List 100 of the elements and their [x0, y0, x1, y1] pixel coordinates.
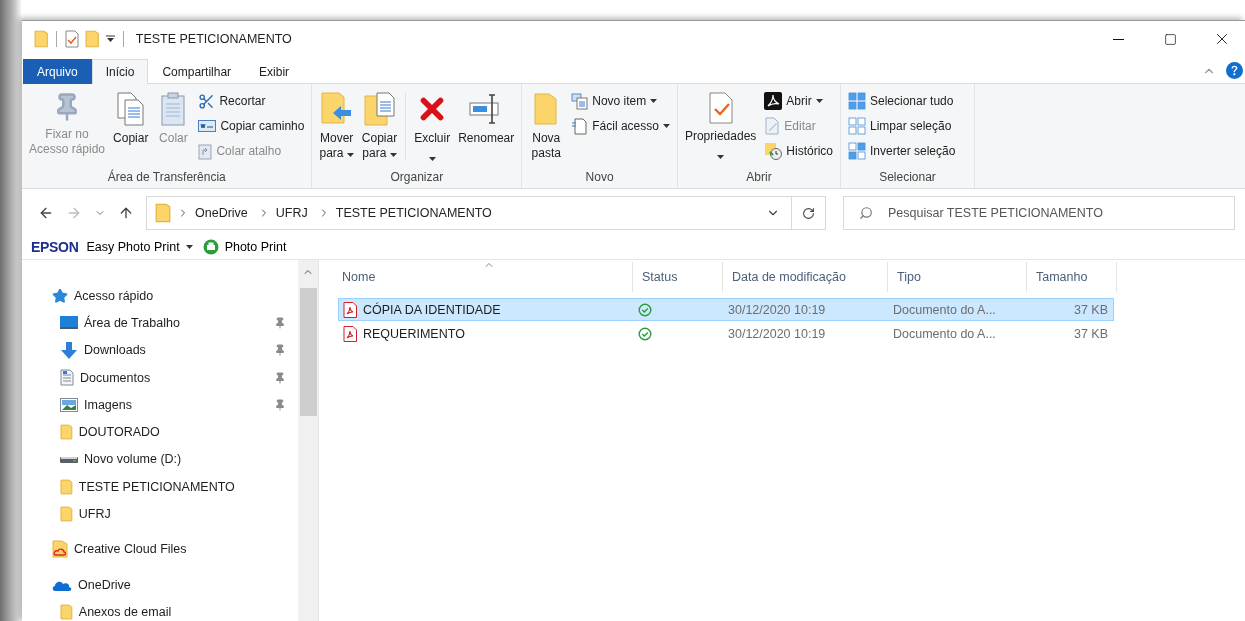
window-title: TESTE PETICIONAMENTO [135, 32, 293, 46]
checkmark-document-icon [707, 92, 734, 124]
ribbon-tab[interactable]: Início [91, 59, 149, 84]
check-circle-icon [638, 326, 652, 341]
group-label: Selecionar [878, 169, 937, 186]
group-label: Abrir [745, 169, 773, 186]
file-row[interactable]: REQUERIMENTO 30/12/2020 10:19 Documento do A... 37 KB [338, 322, 1114, 345]
folder-arrow-icon [320, 92, 353, 126]
nav-item[interactable]: Downloads [22, 336, 298, 364]
folder-icon [85, 30, 100, 48]
ribbon-command[interactable]: Limpar seleção [845, 116, 959, 136]
type-cell-text: Documento do A... [892, 302, 997, 317]
folder-copy-icon [363, 92, 396, 126]
file-name-cell: CÓPIA DA IDENTIDADE [339, 301, 634, 318]
group-label: Novo [584, 169, 615, 186]
ribbon-command[interactable]: Selecionar tudo [845, 91, 959, 111]
nav-item[interactable]: TESTE PETICIONAMENTO [22, 473, 298, 501]
clipboard-icon [160, 92, 187, 126]
ribbon-tab[interactable]: Arquivo [23, 59, 92, 84]
grid-icon [848, 92, 866, 110]
help-icon[interactable] [1226, 62, 1243, 79]
ribbon-command[interactable]: Novo item [568, 91, 673, 111]
ribbon-command[interactable]: Inverter seleção [845, 141, 959, 161]
nav-item[interactable]: Novo volume (D:) [22, 445, 298, 474]
scrollbar-thumb[interactable] [299, 288, 317, 416]
toolbar-button[interactable]: Easy Photo Print [84, 240, 195, 254]
nav-item-label: Imagens [84, 397, 133, 412]
nav-item[interactable]: Documentos [22, 363, 298, 392]
ribbon-command[interactable]: Fácil acesso [568, 116, 673, 136]
file-name-cell: REQUERIMENTO [339, 325, 634, 342]
breadcrumb[interactable]: UFRJ [271, 206, 312, 220]
ribbon-command[interactable]: Nova pasta [526, 88, 567, 161]
column-header[interactable]: Status [633, 262, 723, 292]
ribbon-command[interactable]: Recortar [195, 91, 308, 111]
nav-item-label: Anexos de email [78, 604, 173, 619]
nav-item-label: DOUTORADO [78, 425, 161, 440]
refresh-icon [802, 206, 815, 220]
ribbon-command[interactable]: Propriedades [681, 88, 760, 163]
star-icon [52, 287, 68, 304]
image-icon [60, 397, 78, 412]
breadcrumb[interactable]: OneDrive [191, 206, 252, 220]
nav-item-label: OneDrive [78, 577, 132, 592]
nav-item[interactable]: OneDrive [22, 570, 298, 599]
search-field[interactable]: Pesquisar TESTE PETICIONAMENTO [843, 196, 1235, 230]
column-header[interactable]: Tamanho [1027, 262, 1117, 292]
ribbon-command[interactable]: Mover para [316, 88, 357, 161]
nav-item-label: Downloads [84, 343, 147, 358]
ribbon-tab[interactable]: Compartilhar [148, 59, 246, 84]
path-icon [198, 120, 217, 132]
ribbon-command[interactable]: Copiar para [358, 88, 401, 161]
column-header[interactable]: Data de modificação [723, 262, 888, 292]
ribbon-command[interactable]: Abrir [761, 91, 836, 111]
caret-icon [185, 245, 193, 249]
grid-icon [848, 142, 866, 160]
nav-item[interactable]: Acesso rápido [22, 282, 298, 310]
ribbon-command[interactable]: Copiar [110, 88, 152, 146]
folder-icon [34, 30, 49, 48]
address-bar[interactable]: OneDrive UFRJ TESTE PETICIONAMENTO [146, 196, 826, 230]
ribbon-command[interactable]: Renomear [455, 88, 518, 146]
minimize-icon [1112, 38, 1124, 40]
scissors-icon [198, 92, 216, 110]
group-label: Organizar [389, 169, 445, 186]
scrollbar[interactable] [298, 260, 319, 621]
toolbar-button[interactable]: Photo Print [200, 239, 289, 255]
file-row[interactable]: CÓPIA DA IDENTIDADE 30/12/2020 10:19 Documento do A... 37 KB [338, 298, 1114, 321]
pencil-document-icon [764, 117, 781, 135]
date-cell-text: 30/12/2020 10:19 [727, 302, 827, 317]
monitor-icon [60, 315, 78, 331]
nav-item[interactable]: UFRJ [22, 500, 298, 528]
ribbon-command[interactable]: Copiar caminho [195, 116, 308, 136]
nav-item[interactable]: DOUTORADO [22, 418, 298, 446]
copy-icon [115, 92, 146, 126]
nav-item-label: Acesso rápido [74, 288, 155, 303]
caret-icon [105, 35, 115, 43]
brand-logo: EPSON [31, 239, 79, 255]
ribbon-tab[interactable]: Exibir [245, 59, 304, 84]
ribbon-command[interactable]: Histórico [761, 141, 836, 161]
breadcrumb[interactable]: TESTE PETICIONAMENTO [331, 206, 496, 220]
folder-icon [60, 603, 73, 620]
nav-item[interactable]: Imagens [22, 391, 298, 419]
nav-item[interactable]: Área de Trabalho [22, 309, 298, 337]
nav-item-label: Área de Trabalho [84, 315, 181, 330]
group-label: Área de Transferência [106, 169, 227, 186]
nav-item-label: UFRJ [78, 507, 112, 521]
folder-cloud-icon [52, 540, 68, 559]
download-icon [60, 341, 78, 359]
printer-icon [202, 239, 219, 255]
folder-icon [155, 203, 171, 223]
nav-item-label: TESTE PETICIONAMENTO [78, 479, 236, 494]
ribbon-command[interactable]: Excluir [411, 88, 454, 165]
nav-item[interactable]: Anexos de email [22, 598, 298, 621]
nav-item-label: Novo volume (D:) [84, 452, 183, 467]
column-header[interactable]: Tipo [888, 262, 1027, 292]
maximize-icon [1163, 32, 1177, 46]
nav-item[interactable]: Creative Cloud Files [22, 535, 298, 563]
arrow-left-icon [38, 205, 54, 221]
folder-icon [534, 92, 559, 126]
clock-icon [764, 142, 783, 160]
shortcut-icon [198, 142, 213, 160]
column-header[interactable]: Nome [333, 262, 633, 292]
